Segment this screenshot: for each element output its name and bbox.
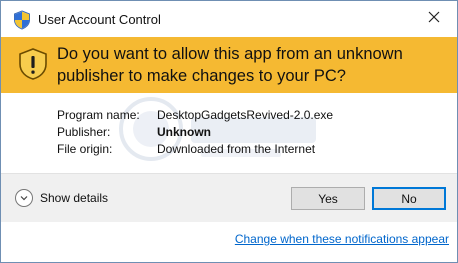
title-bar: User Account Control (1, 1, 457, 37)
close-button[interactable] (411, 1, 457, 37)
publisher-row: Publisher: Unknown (57, 124, 333, 141)
show-details-toggle[interactable]: Show details (15, 189, 108, 207)
warning-banner: Do you want to allow this app from an un… (1, 37, 457, 93)
app-details: Program name: DesktopGadgetsRevived-2.0.… (57, 107, 333, 158)
program-name-row: Program name: DesktopGadgetsRevived-2.0.… (57, 107, 333, 124)
close-icon (428, 10, 440, 28)
bottom-area: Change when these notifications appear (1, 222, 457, 262)
uac-dialog: User Account Control Do you want to allo… (0, 0, 458, 263)
file-origin-value: Downloaded from the Internet (157, 142, 316, 156)
file-origin-row: File origin: Downloaded from the Interne… (57, 141, 333, 158)
shield-icon (13, 10, 31, 30)
window-title: User Account Control (38, 12, 161, 27)
notification-settings-link[interactable]: Change when these notifications appear (235, 232, 449, 246)
chevron-down-icon[interactable] (15, 189, 33, 207)
warning-shield-icon (16, 47, 50, 81)
program-name-value: DesktopGadgetsRevived-2.0.exe (157, 108, 334, 122)
publisher-label: Publisher: (57, 125, 111, 139)
show-details-label[interactable]: Show details (40, 191, 108, 205)
uac-question: Do you want to allow this app from an un… (57, 45, 403, 85)
dialog-footer: Show details Yes No (1, 173, 457, 222)
yes-button[interactable]: Yes (291, 187, 365, 210)
no-button[interactable]: No (372, 187, 446, 210)
file-origin-label: File origin: (57, 142, 113, 156)
publisher-value: Unknown (157, 125, 211, 139)
program-name-label: Program name: (57, 108, 140, 122)
